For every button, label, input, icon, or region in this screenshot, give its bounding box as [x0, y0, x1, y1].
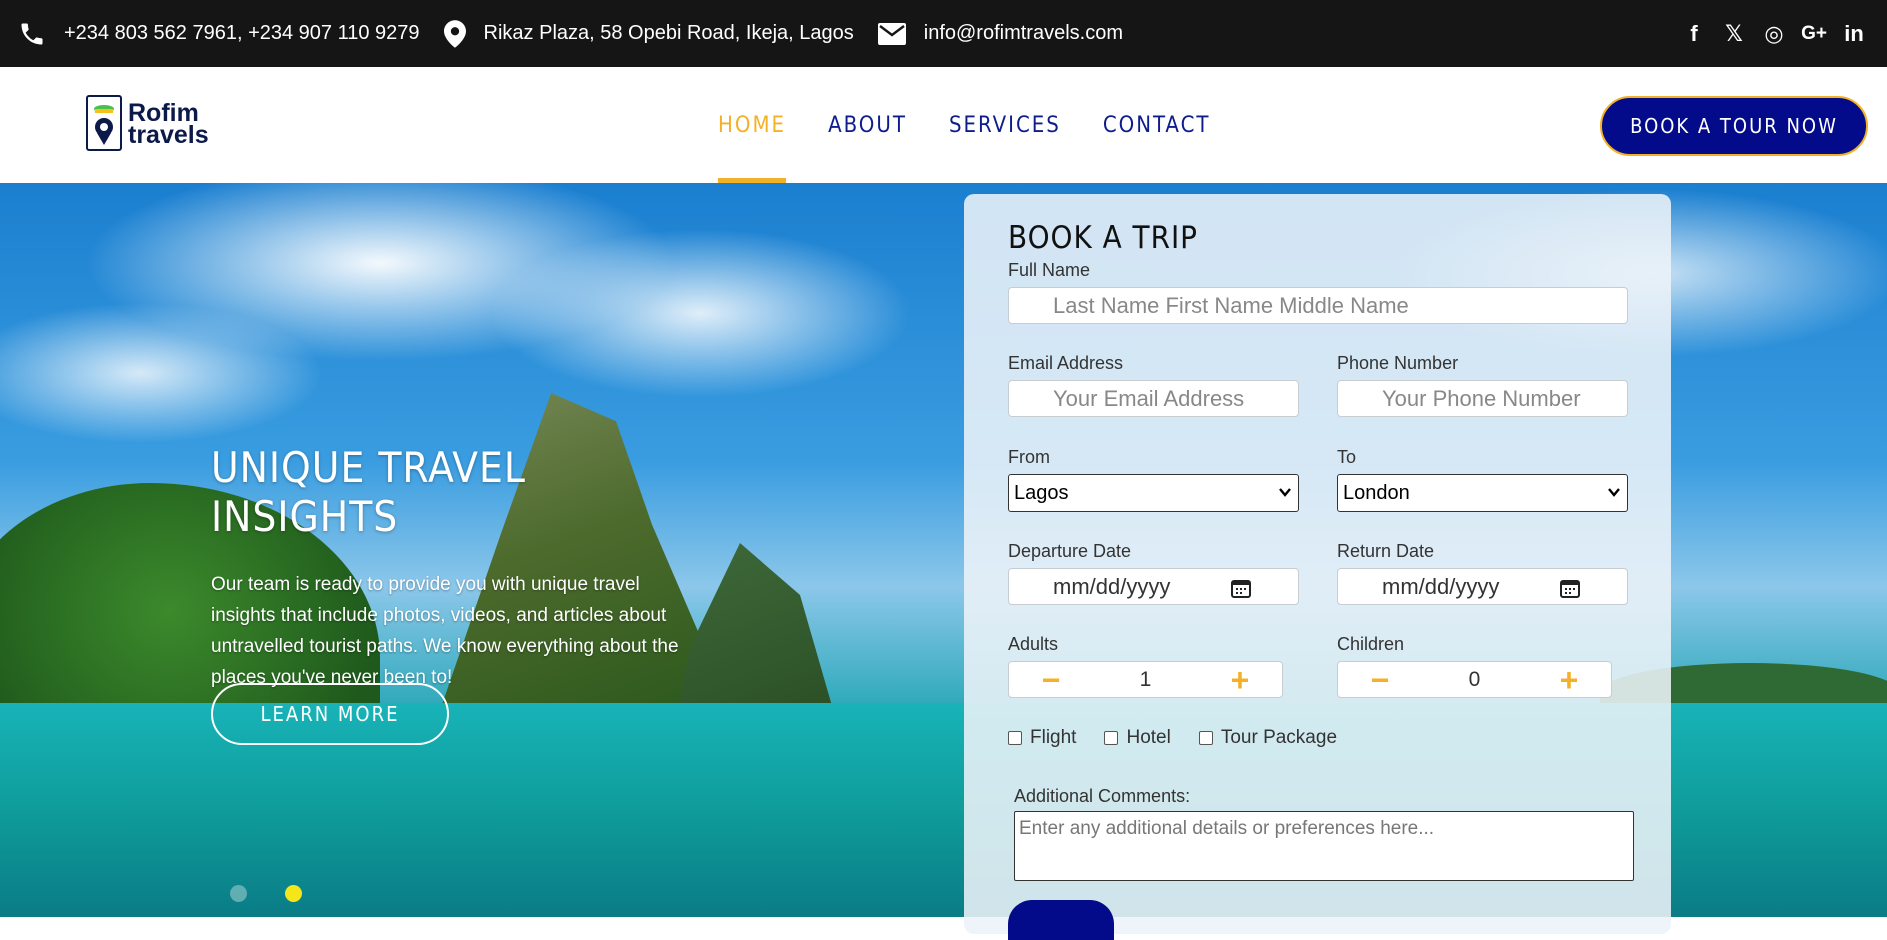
hotel-checkbox[interactable]: Hotel: [1104, 727, 1171, 749]
full-name-label: Full Name: [1008, 260, 1091, 280]
departure-placeholder: mm/dd/yyyy: [1053, 573, 1171, 599]
site-header: Rofim travels HOME ABOUT SERVICES CONTAC…: [0, 67, 1887, 183]
phone-text: +234 803 562 7961, +234 907 110 9279: [64, 22, 420, 44]
email-label: Email Address: [1008, 353, 1124, 373]
from-select[interactable]: Lagos: [1008, 474, 1299, 512]
chevron-down-icon: [1608, 488, 1620, 497]
mail-icon: [877, 22, 906, 45]
google-plus-icon[interactable]: G+: [1799, 19, 1829, 49]
hotel-label: Hotel: [1126, 727, 1171, 748]
facebook-icon[interactable]: f: [1679, 19, 1709, 49]
adults-stepper: − 1 +: [1008, 661, 1283, 698]
from-label: From: [1008, 447, 1050, 467]
return-label: Return Date: [1337, 541, 1435, 561]
nav-services[interactable]: SERVICES: [949, 67, 1061, 183]
slider-dots: [230, 885, 340, 902]
x-twitter-icon[interactable]: 𝕏: [1719, 19, 1749, 49]
children-plus-button[interactable]: +: [1551, 662, 1587, 699]
departure-label: Departure Date: [1008, 541, 1132, 561]
to-value: London: [1343, 481, 1410, 504]
full-name-input[interactable]: Last Name First Name Middle Name: [1008, 287, 1628, 324]
main-nav: HOME ABOUT SERVICES CONTACT: [718, 67, 1252, 183]
booking-title: BOOK A TRIP: [1008, 220, 1198, 256]
return-placeholder: mm/dd/yyyy: [1382, 573, 1500, 599]
trip-options: Flight Hotel Tour Package: [1008, 727, 1365, 749]
comments-textarea[interactable]: Enter any additional details or preferen…: [1014, 811, 1634, 881]
booking-form: BOOK A TRIP Full Name Last Name First Na…: [964, 194, 1671, 940]
nav-about[interactable]: ABOUT: [828, 67, 907, 183]
hero-title: UNIQUE TRAVEL INSIGHTS: [211, 443, 526, 541]
flight-checkbox[interactable]: Flight: [1008, 727, 1076, 749]
chevron-down-icon: [1279, 488, 1291, 497]
to-select[interactable]: London: [1337, 474, 1628, 512]
to-label: To: [1337, 447, 1357, 467]
nav-contact[interactable]: CONTACT: [1103, 67, 1211, 183]
slider-dot-1[interactable]: [230, 885, 247, 902]
nav-home[interactable]: HOME: [718, 67, 787, 183]
address-contact: Rikaz Plaza, 58 Opebi Road, Ikeja, Lagos: [443, 19, 854, 48]
from-value: Lagos: [1014, 481, 1069, 504]
linkedin-icon[interactable]: in: [1839, 19, 1869, 49]
email-contact[interactable]: info@rofimtravels.com: [877, 22, 1123, 45]
calendar-icon[interactable]: [1559, 577, 1581, 599]
comments-label: Additional Comments:: [1014, 786, 1191, 806]
phone-contact[interactable]: +234 803 562 7961, +234 907 110 9279: [18, 20, 420, 48]
phone-icon: [21, 23, 43, 44]
flight-label: Flight: [1030, 727, 1077, 748]
address-text: Rikaz Plaza, 58 Opebi Road, Ikeja, Lagos: [483, 22, 854, 44]
submit-button[interactable]: [1008, 900, 1114, 940]
email-text: info@rofimtravels.com: [923, 22, 1123, 44]
location-pin-icon: [443, 19, 466, 48]
rofim-logo[interactable]: Rofim travels: [86, 94, 216, 154]
book-tour-button[interactable]: BOOK A TOUR NOW: [1600, 96, 1868, 156]
checkbox-box[interactable]: [1104, 731, 1119, 745]
checkbox-box[interactable]: [1008, 731, 1022, 745]
social-links: f 𝕏 ◎ G+ in: [1669, 0, 1869, 67]
instagram-icon[interactable]: ◎: [1759, 19, 1789, 49]
email-input[interactable]: Your Email Address: [1008, 380, 1299, 417]
adults-plus-button[interactable]: +: [1222, 662, 1258, 699]
checkbox-box[interactable]: [1198, 731, 1213, 745]
logo-line2: travels: [128, 121, 209, 149]
hero-text: Our team is ready to provide you with un…: [211, 574, 679, 688]
slider-dot-2[interactable]: [285, 885, 302, 902]
adults-label: Adults: [1008, 634, 1059, 654]
hero-content: UNIQUE TRAVEL INSIGHTS Our team is ready…: [211, 443, 681, 693]
tour-package-label: Tour Package: [1220, 727, 1338, 748]
children-stepper: − 0 +: [1337, 661, 1612, 698]
return-date-input[interactable]: mm/dd/yyyy: [1337, 568, 1628, 605]
tour-package-checkbox[interactable]: Tour Package: [1198, 727, 1338, 749]
phone-label: Phone Number: [1337, 353, 1459, 373]
top-contact-bar: +234 803 562 7961, +234 907 110 9279 Rik…: [0, 0, 1887, 67]
calendar-icon[interactable]: [1230, 577, 1252, 599]
learn-more-button[interactable]: LEARN MORE: [211, 683, 449, 745]
phone-input[interactable]: Your Phone Number: [1337, 380, 1628, 417]
children-label: Children: [1337, 634, 1405, 654]
logo-pin-icon: [86, 95, 122, 151]
logo-text: Rofim travels: [128, 101, 209, 149]
contact-info: +234 803 562 7961, +234 907 110 9279 Rik…: [0, 0, 1147, 67]
departure-date-input[interactable]: mm/dd/yyyy: [1008, 568, 1299, 605]
